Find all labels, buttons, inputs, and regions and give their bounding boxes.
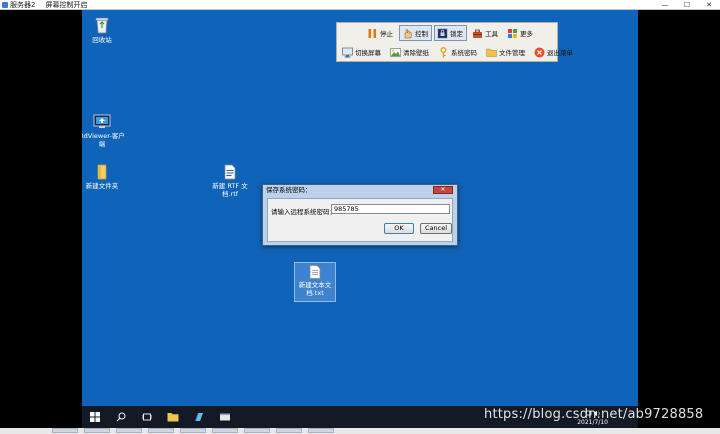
wallpaper-icon [390,47,401,57]
lock-screen-icon [437,28,448,38]
lock-label: 锁定 [450,30,463,38]
toolbox-icon [473,29,482,38]
maximize-button[interactable]: ☐ [676,0,698,10]
stop-button[interactable]: 停止 [364,25,397,41]
window-title-bar: 服务器2 屏幕控制开启 — ☐ ✕ [0,0,720,10]
host-taskbar-item[interactable] [84,428,110,433]
exit-menu-button[interactable]: 退出菜单 [531,44,577,60]
window-title-server: 服务器2 [10,0,36,9]
desktop-icon-recycle-bin[interactable]: 回收站 [82,16,126,44]
file-explorer-icon [167,413,179,422]
file-manager-label: 文件管理 [499,49,525,57]
search-icon [116,412,126,422]
cancel-button[interactable]: Cancel [420,223,452,234]
exit-icon [534,47,545,57]
pause-icon [368,28,377,38]
tools-button[interactable]: 工具 [469,25,502,41]
password-label: 请输入远程系统密码： [271,208,336,216]
recycle-bin-label: 回收站 [92,36,112,44]
hand-icon [404,28,412,38]
toolbar-row-1: 停止 控制 锁定 工具 更多 [364,24,539,42]
monitor-icon [342,47,353,57]
password-dialog: 保存系统密码： ✕ 请输入远程系统密码： 985785 OK Cancel [262,184,458,246]
taskbar-search-button[interactable] [108,406,134,428]
watermark-url: https://blog.csdn.net/ab9728858 [484,407,704,422]
toolbar-row-2: 切换屏幕 清除壁纸 系统密码 文件管理 退出菜单 [339,43,579,61]
host-taskbar-item[interactable] [148,428,174,433]
host-taskbar-item[interactable] [244,428,270,433]
task-view-button[interactable] [134,406,160,428]
recycle-bin-icon [95,17,109,34]
rdviewer-icon [195,413,203,421]
task-view-icon [142,413,152,421]
host-taskbar-item[interactable] [116,428,142,433]
remote-viewer-window: 服务器2 屏幕控制开启 — ☐ ✕ 回收站 RdViewer-客户端 新建文件夹… [0,0,720,434]
lock-button[interactable]: 锁定 [434,25,467,41]
apps-icon [508,28,517,38]
dialog-body: 请输入远程系统密码： 985785 OK Cancel [267,198,453,242]
key-icon [440,46,447,57]
exit-menu-label: 退出菜单 [547,49,573,57]
host-taskbar-item[interactable] [276,428,302,433]
system-password-label: 系统密码 [451,49,477,57]
new-folder-label: 新建文件夹 [85,182,119,190]
txt-doc-label: 新建文本文档.txt [298,281,332,297]
desktop-icon-new-folder[interactable]: 新建文件夹 [82,164,126,190]
rtf-document-icon [224,164,236,180]
tools-label: 工具 [485,30,498,38]
rdviewer-icon [93,114,111,128]
close-icon: ✕ [440,186,446,193]
password-input[interactable]: 985785 [331,204,450,214]
taskbar-rdviewer-button[interactable] [186,406,212,428]
control-label: 控制 [415,30,428,38]
remote-control-toolbar: 停止 控制 锁定 工具 更多 切换屏幕 清除壁纸 系统密码 文件管理 退出菜单 [336,22,573,62]
taskbar-explorer-button[interactable] [160,406,186,428]
host-taskbar-item[interactable] [52,428,78,433]
clear-wallpaper-label: 清除壁纸 [403,49,429,57]
ok-button[interactable]: OK [384,223,414,234]
folder-icon [486,48,497,57]
start-button[interactable] [82,406,108,428]
minimize-button[interactable]: — [654,0,676,10]
host-taskbar-strip [0,428,720,434]
system-password-button[interactable]: 系统密码 [435,44,481,60]
host-taskbar-item[interactable] [180,428,206,433]
rdviewer-label: RdViewer-客户端 [82,132,125,148]
taskbar-app-button[interactable] [212,406,238,428]
desktop-icon-rdviewer[interactable]: RdViewer-客户端 [82,114,126,148]
folder-icon [97,164,107,180]
stop-label: 停止 [380,30,393,38]
remote-desktop: 回收站 RdViewer-客户端 新建文件夹 新建 RTF 文档.rtf 新建文… [82,10,638,406]
app-window-icon [220,413,230,421]
window-title-status: 屏幕控制开启 [45,0,88,9]
app-icon [2,1,8,8]
dialog-close-button[interactable]: ✕ [433,186,453,194]
switch-screen-button[interactable]: 切换屏幕 [339,44,385,60]
switch-screen-label: 切换屏幕 [355,49,381,57]
close-button[interactable]: ✕ [698,0,720,10]
control-button[interactable]: 控制 [399,25,432,41]
desktop-icon-rtf-doc[interactable]: 新建 RTF 文档.rtf [206,164,254,198]
more-label: 更多 [520,30,533,38]
dialog-title: 保存系统密码： [266,186,312,194]
desktop-icon-txt-doc[interactable]: 新建文本文档.txt [294,262,336,302]
window-controls: — ☐ ✕ [654,0,720,10]
clear-wallpaper-button[interactable]: 清除壁纸 [387,44,433,60]
rtf-doc-label: 新建 RTF 文档.rtf [212,182,248,198]
file-manager-button[interactable]: 文件管理 [483,44,529,60]
windows-logo-icon [90,412,100,422]
host-taskbar-item[interactable] [308,428,334,433]
more-button[interactable]: 更多 [504,25,537,41]
text-document-icon [309,265,321,279]
host-taskbar-item[interactable] [212,428,238,433]
